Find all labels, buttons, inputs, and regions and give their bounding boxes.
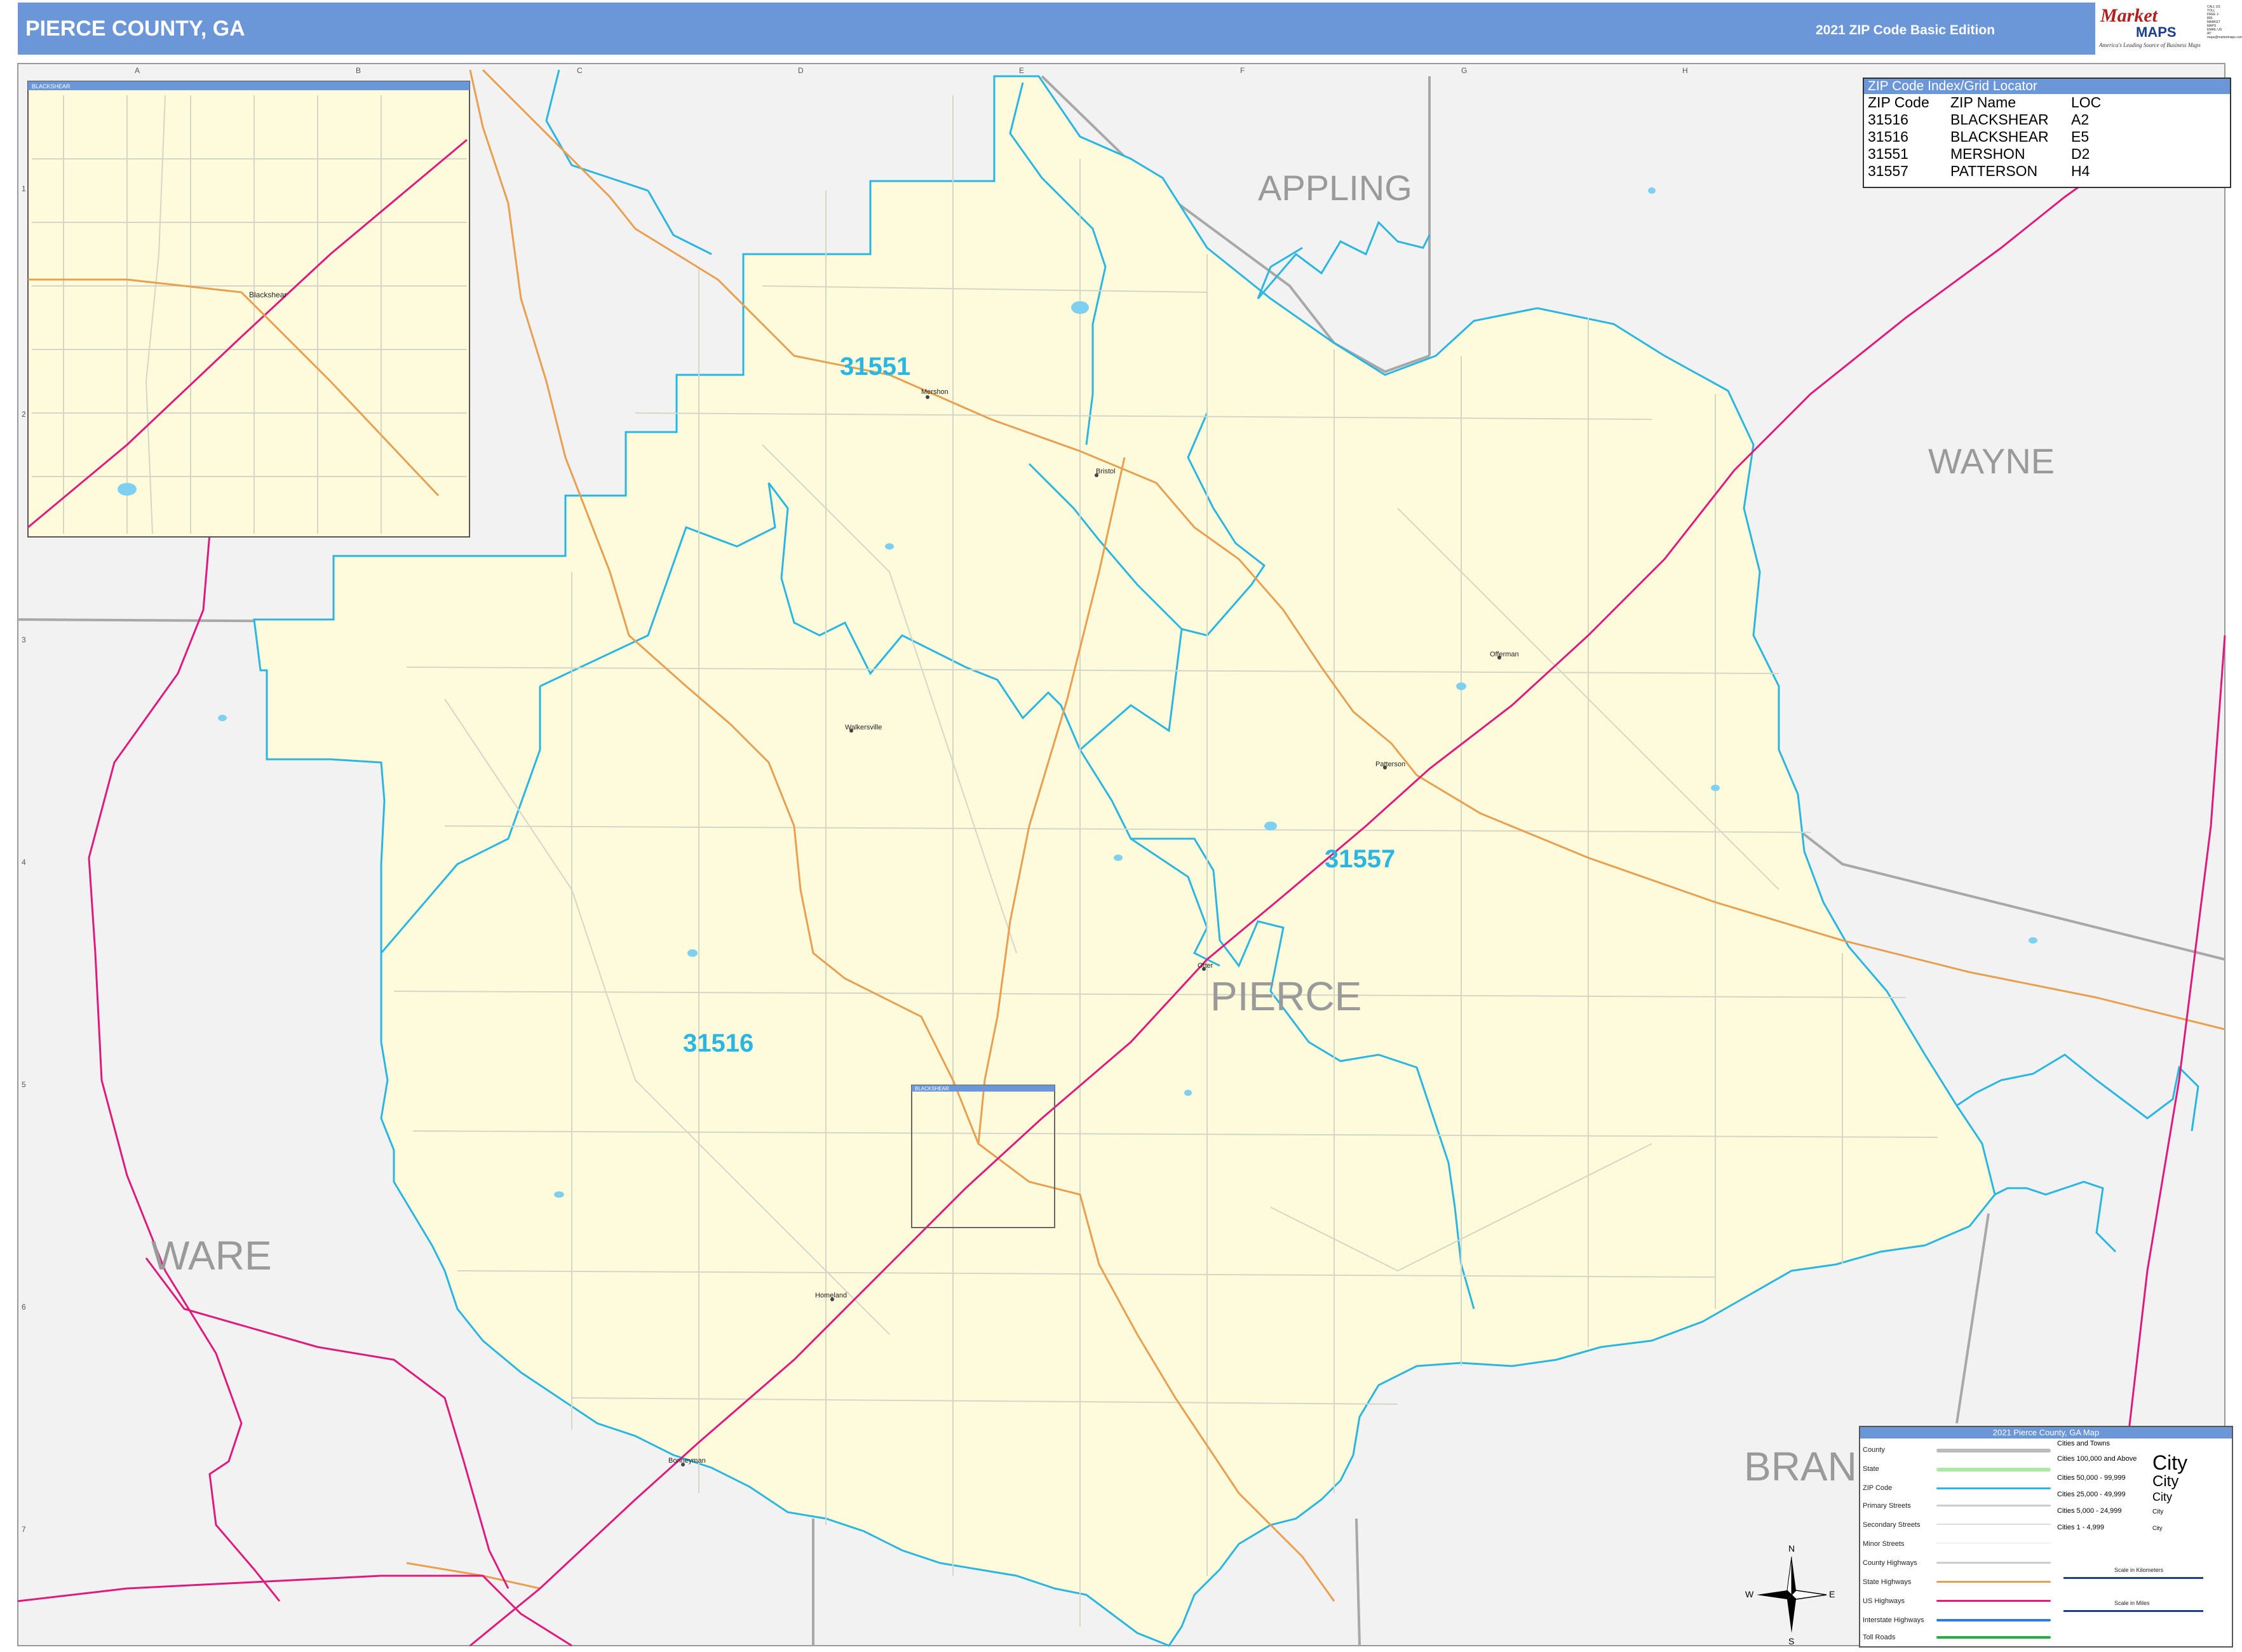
county-label-brantley: BRAN xyxy=(1744,1444,1857,1489)
zip-label-31557: 31557 xyxy=(1325,845,1395,873)
legend-city-sample: City xyxy=(2152,1525,2163,1531)
zip-index-loc: D2 xyxy=(2071,146,2090,162)
grid-row-3: 3 xyxy=(22,635,26,644)
zip-index-header-loc: LOC xyxy=(2071,94,2102,111)
zip-index-title: ZIP Code Index/Grid Locator xyxy=(1864,79,2230,94)
legend-county-highways: County Highways xyxy=(1863,1559,1917,1567)
legend-city-range: Cities 50,000 - 99,999 xyxy=(2057,1474,2126,1482)
legend-city-sample: City xyxy=(2152,1473,2179,1490)
legend-city-sample: City xyxy=(2152,1451,2188,1474)
compass-s: S xyxy=(1788,1636,1795,1646)
legend-scale-km: Scale in Kilometers xyxy=(2114,1567,2164,1573)
legend-secondary-streets: Secondary Streets xyxy=(1863,1521,1921,1529)
grid-row-7: 7 xyxy=(22,1525,26,1534)
legend-city-range: Cities 1 - 4,999 xyxy=(2057,1524,2104,1531)
inset-city-label: Blackshear xyxy=(249,290,287,299)
grid-row-6: 6 xyxy=(22,1303,26,1311)
legend-county: County xyxy=(1863,1446,1885,1454)
zip-index-code: 31551 xyxy=(1868,146,1908,162)
legend-scale-mi: Scale in Miles xyxy=(2114,1600,2150,1606)
place-offerman: Offerman xyxy=(1490,651,1519,658)
grid-col-b: B xyxy=(356,66,361,75)
zip-index-row[interactable]: 31516 BLACKSHEAR E5 xyxy=(1864,128,2230,146)
legend-us-highways: US Highways xyxy=(1863,1597,1905,1605)
inset-title: BLACKSHEAR xyxy=(32,83,71,90)
county-label-pierce: PIERCE xyxy=(1210,973,1361,1019)
place-patterson: Patterson xyxy=(1375,761,1405,768)
zip-index-row[interactable]: 31557 PATTERSON H4 xyxy=(1864,163,2230,180)
legend-city-range: Cities 5,000 - 24,999 xyxy=(2057,1507,2122,1515)
zip-index-name: BLACKSHEAR xyxy=(1950,111,2049,128)
edition-label: 2021 ZIP Code Basic Edition xyxy=(1816,23,1996,37)
logo-contact: CALL US TOLL FREE 1-800-MARKET MAPS EMAI… xyxy=(2207,5,2242,39)
legend-city-range: Cities 25,000 - 49,999 xyxy=(2057,1491,2126,1498)
zip-index-name: BLACKSHEAR xyxy=(1950,128,2049,145)
grid-col-e: E xyxy=(1019,66,1025,75)
compass-w: W xyxy=(1745,1589,1754,1599)
grid-row-5: 5 xyxy=(22,1080,26,1089)
blackshear-locator-label: BLACKSHEAR xyxy=(915,1086,949,1092)
grid-col-a: A xyxy=(135,66,140,75)
zip-label-31551: 31551 xyxy=(840,353,910,381)
map-title: PIERCE COUNTY, GA xyxy=(25,17,245,41)
grid-col-d: D xyxy=(798,66,804,75)
place-walkersville: Walkersville xyxy=(845,724,882,731)
blackshear-inset[interactable]: BLACKSHEAR Blackshear xyxy=(27,81,470,538)
place-bonneyman: Bonneyman xyxy=(668,1457,706,1465)
zip-index-loc: E5 xyxy=(2071,128,2090,145)
place-homeland: Homeland xyxy=(815,1292,847,1299)
map-legend: 2021 Pierce County, GA Map County State … xyxy=(1859,1426,2233,1648)
grid-col-g: G xyxy=(1461,66,1468,75)
zip-index-name: PATTERSON xyxy=(1950,163,2038,179)
logo-brand-top: Market xyxy=(2100,5,2158,26)
county-label-ware: WARE xyxy=(151,1233,272,1278)
legend-title: 2021 Pierce County, GA Map xyxy=(1860,1427,2232,1439)
legend-minor-streets: Minor Streets xyxy=(1863,1540,1905,1548)
zip-index-loc: H4 xyxy=(2071,163,2090,179)
place-bristol: Bristol xyxy=(1096,468,1116,475)
zip-index-name: MERSHON xyxy=(1950,146,2025,162)
zip-index-code: 31516 xyxy=(1868,111,1908,128)
zip-index-header-row: ZIP Code ZIP Name LOC xyxy=(1864,94,2230,111)
place-otter: Otter xyxy=(1198,962,1213,970)
legend-city-sample: City xyxy=(2152,1508,2164,1515)
zip-index-loc: A2 xyxy=(2071,111,2090,128)
legend-city-range: Cities 100,000 and Above xyxy=(2057,1455,2137,1463)
zip-label-31516: 31516 xyxy=(683,1029,753,1057)
grid-col-h: H xyxy=(1682,66,1688,75)
market-maps-logo[interactable]: Market MAPS America's Leading Source of … xyxy=(2095,3,2242,55)
header-bar: PIERCE COUNTY, GA 2021 ZIP Code Basic Ed… xyxy=(18,3,2242,55)
legend-state-highways: State Highways xyxy=(1863,1578,1912,1586)
zip-index-code: 31557 xyxy=(1868,163,1908,179)
grid-col-c: C xyxy=(577,66,583,75)
legend-city-sample: City xyxy=(2152,1491,2172,1503)
county-label-wayne: WAYNE xyxy=(1928,441,2055,481)
zip-index-code: 31516 xyxy=(1868,128,1908,145)
grid-row-2: 2 xyxy=(22,410,26,419)
compass-n: N xyxy=(1788,1543,1795,1554)
zip-index-header-name: ZIP Name xyxy=(1950,94,2016,111)
legend-interstate-highways: Interstate Highways xyxy=(1863,1616,1924,1624)
zip-index-row[interactable]: 31551 MERSHON D2 xyxy=(1864,146,2230,163)
county-label-appling: APPLING xyxy=(1258,168,1412,208)
place-mershon: Mershon xyxy=(921,388,949,396)
legend-primary-streets: Primary Streets xyxy=(1863,1502,1911,1510)
grid-row-1: 1 xyxy=(22,184,26,193)
logo-tagline: America's Leading Source of Business Map… xyxy=(2099,42,2201,48)
zip-index-row[interactable]: 31516 BLACKSHEAR A2 xyxy=(1864,111,2230,128)
legend-toll-roads: Toll Roads xyxy=(1863,1634,1896,1641)
legend-cities-title: Cities and Towns xyxy=(2057,1440,2110,1447)
legend-zip: ZIP Code xyxy=(1863,1484,1893,1492)
legend-state: State xyxy=(1863,1465,1879,1473)
zip-index-header-code: ZIP Code xyxy=(1868,94,1929,111)
logo-brand-bottom: MAPS xyxy=(2136,24,2177,40)
compass-rose: N S E W xyxy=(1744,1541,1839,1649)
county-map[interactable]: BLACKSHEAR APPLING WAYNE PIERCE WARE BRA… xyxy=(0,0,2242,1652)
grid-row-4: 4 xyxy=(22,858,26,867)
compass-e: E xyxy=(1829,1589,1835,1599)
grid-col-f: F xyxy=(1240,66,1245,75)
zip-code-index: ZIP Code Index/Grid Locator ZIP Code ZIP… xyxy=(1863,78,2231,188)
